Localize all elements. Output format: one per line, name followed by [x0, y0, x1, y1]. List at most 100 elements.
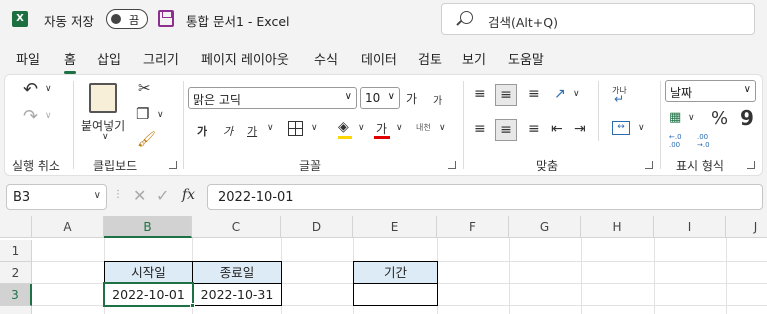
tab-insert[interactable]: 삽입: [97, 49, 121, 68]
comma-button[interactable]: 9: [740, 106, 754, 130]
formula-input[interactable]: 2022-10-01: [207, 184, 763, 210]
phonetic-button[interactable]: 내천: [416, 122, 431, 133]
column-header-g[interactable]: G: [509, 216, 581, 238]
number-launcher-icon[interactable]: [747, 161, 755, 169]
enter-icon[interactable]: ✓: [156, 188, 169, 204]
alignment-launcher-icon[interactable]: [645, 161, 653, 169]
tab-data[interactable]: 데이터: [361, 49, 397, 68]
align-left-icon[interactable]: ≡: [474, 122, 486, 136]
font-launcher-icon[interactable]: [448, 161, 456, 169]
font-name-select[interactable]: 맑은 고딕 ∨: [188, 87, 357, 109]
cell-c3[interactable]: 2022-10-31: [192, 283, 282, 306]
phonetic-dropdown-icon[interactable]: ∨: [439, 124, 446, 133]
italic-button[interactable]: 가: [223, 123, 233, 139]
accounting-dropdown-icon[interactable]: ∨: [688, 114, 695, 123]
tab-file[interactable]: 파일: [16, 49, 40, 68]
align-top-icon[interactable]: ≡: [474, 87, 486, 101]
cell-c2[interactable]: 종료일: [192, 261, 282, 284]
number-format-select[interactable]: 날짜 ∨: [665, 80, 756, 102]
gridline: [581, 238, 582, 314]
column-header-f[interactable]: F: [437, 216, 509, 238]
insert-function-icon[interactable]: fx: [182, 188, 195, 202]
formula-value: 2022-10-01: [218, 190, 294, 205]
column-header-c[interactable]: C: [192, 216, 281, 238]
merge-center-icon[interactable]: ↔: [612, 121, 630, 135]
paste-icon[interactable]: [89, 83, 117, 113]
row-header-3[interactable]: 3: [0, 284, 32, 306]
align-right-icon[interactable]: ≡: [528, 122, 540, 136]
decrease-indent-icon[interactable]: ⇤: [551, 122, 563, 136]
fill-color-icon[interactable]: ◈: [338, 120, 349, 134]
cancel-icon[interactable]: ✕: [133, 188, 146, 204]
copy-icon[interactable]: ❐: [136, 107, 149, 122]
orientation-dropdown-icon[interactable]: ∨: [573, 90, 580, 99]
shrink-font-button[interactable]: 가: [433, 92, 442, 107]
borders-icon[interactable]: [288, 121, 303, 136]
save-icon[interactable]: [158, 10, 174, 27]
percent-button[interactable]: %: [711, 108, 728, 129]
column-header-i[interactable]: I: [654, 216, 726, 238]
tab-help[interactable]: 도움말: [508, 49, 544, 68]
align-middle-icon[interactable]: ≡: [495, 84, 517, 106]
underline-dropdown-icon[interactable]: ∨: [267, 124, 274, 133]
tab-draw[interactable]: 그리기: [143, 49, 179, 68]
column-header-d[interactable]: D: [281, 216, 353, 238]
paste-dropdown-icon[interactable]: ∨: [102, 133, 109, 142]
underline-button[interactable]: 가: [247, 123, 257, 139]
number-group-label: 표시 형식: [676, 159, 724, 173]
column-header-h[interactable]: H: [581, 216, 654, 238]
search-icon: [460, 11, 473, 24]
clipboard-launcher-icon[interactable]: [169, 161, 177, 169]
redo-dropdown-icon[interactable]: ∨: [45, 112, 52, 121]
row-header-1[interactable]: 1: [0, 240, 32, 262]
format-painter-icon[interactable]: 🖌: [137, 132, 156, 147]
decrease-decimal-button[interactable]: .00 →.0: [697, 133, 719, 149]
search-input[interactable]: 검색(Alt+Q): [441, 3, 755, 35]
cell-e3[interactable]: [353, 283, 438, 306]
tab-review[interactable]: 검토: [418, 49, 442, 68]
font-size-select[interactable]: 10 ∨: [360, 87, 400, 109]
select-all-corner[interactable]: [0, 216, 32, 238]
align-center-icon[interactable]: ≡: [495, 119, 517, 141]
chevron-down-icon: ∨: [93, 190, 101, 201]
cell-b2[interactable]: 시작일: [104, 261, 193, 284]
tab-view[interactable]: 보기: [462, 49, 486, 68]
undo-dropdown-icon[interactable]: ∨: [45, 85, 52, 94]
orientation-icon[interactable]: ↗: [554, 87, 566, 101]
redo-icon[interactable]: ↷: [23, 108, 38, 126]
align-bottom-icon[interactable]: ≡: [528, 87, 540, 101]
column-header-a[interactable]: A: [32, 216, 104, 238]
font-name-value: 맑은 고딕: [193, 93, 241, 107]
copy-dropdown-icon[interactable]: ∨: [157, 111, 164, 120]
group-divider: [598, 81, 599, 141]
accounting-format-icon[interactable]: ▦: [669, 111, 681, 124]
cell-e2[interactable]: 기간: [353, 261, 438, 284]
document-title: 통합 문서1 - Excel: [186, 14, 290, 29]
cell-b3[interactable]: 2022-10-01: [103, 282, 194, 307]
font-color-dropdown-icon[interactable]: ∨: [396, 124, 403, 133]
bold-button[interactable]: 가: [197, 123, 207, 139]
increase-indent-icon[interactable]: ⇥: [574, 122, 586, 136]
column-header-b[interactable]: B: [104, 216, 192, 238]
worksheet-grid[interactable]: A B C D E F G H I J 1 2 3 시작일 종료일 기간 202…: [0, 216, 767, 314]
autosave-toggle[interactable]: 끔: [106, 9, 148, 29]
row-header-2[interactable]: 2: [0, 262, 32, 284]
fill-handle[interactable]: [190, 303, 195, 308]
increase-decimal-button[interactable]: ←.0 .00: [669, 133, 691, 149]
merge-dropdown-icon[interactable]: ∨: [638, 124, 645, 133]
column-header-j[interactable]: J: [726, 216, 767, 238]
fill-color-dropdown-icon[interactable]: ∨: [358, 124, 365, 133]
font-color-button[interactable]: 가: [376, 120, 387, 137]
gridline: [654, 238, 655, 314]
row-header-4[interactable]: [0, 306, 32, 314]
grow-font-button[interactable]: 가: [406, 90, 417, 107]
column-header-e[interactable]: E: [353, 216, 437, 238]
tab-page-layout[interactable]: 페이지 레이아웃: [201, 49, 289, 68]
undo-icon[interactable]: ↶: [23, 81, 38, 99]
tab-home[interactable]: 홈: [64, 49, 76, 74]
borders-dropdown-icon[interactable]: ∨: [311, 124, 318, 133]
name-box[interactable]: B3 ∨: [6, 184, 107, 210]
fill-color-swatch: [338, 136, 352, 139]
cut-icon[interactable]: ✂: [138, 81, 151, 96]
tab-formulas[interactable]: 수식: [314, 49, 338, 68]
